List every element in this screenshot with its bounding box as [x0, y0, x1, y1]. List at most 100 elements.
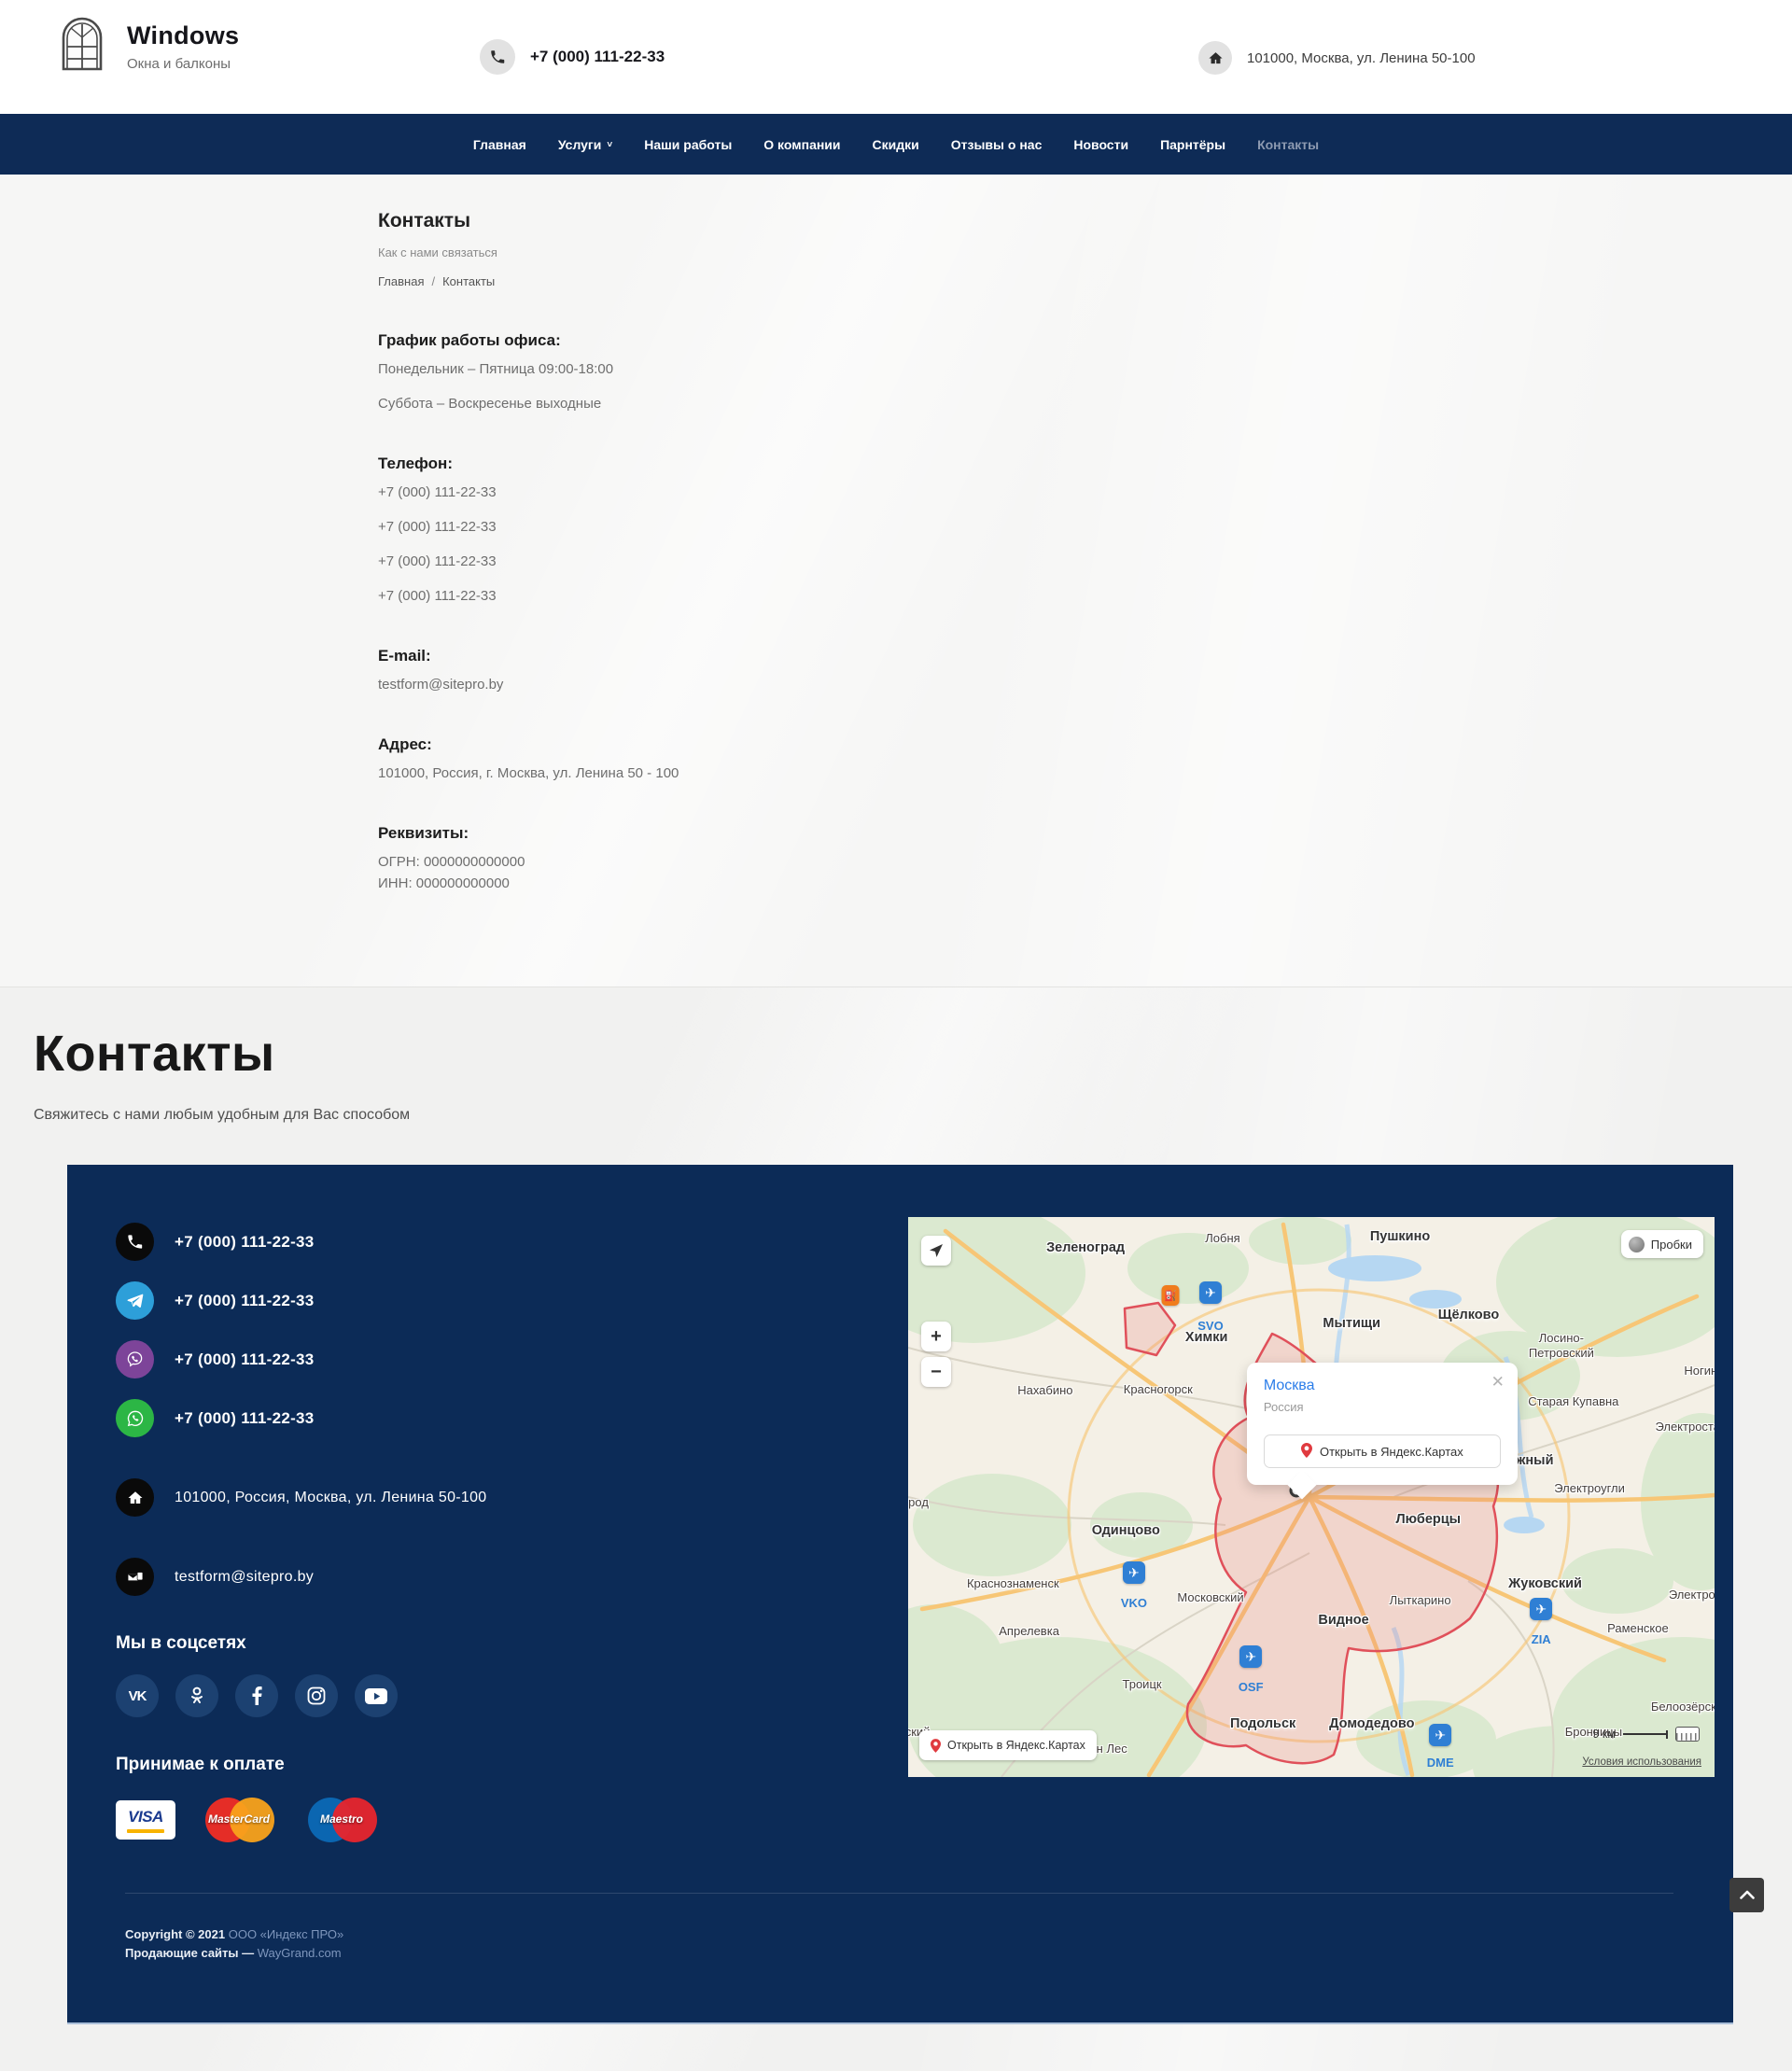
address-heading: Адрес:: [378, 735, 1792, 754]
big-contacts-subtitle: Свяжитесь с нами любым удобным для Вас с…: [34, 1107, 1792, 1124]
home-icon: [1198, 41, 1232, 75]
airport-icon-SVO: ✈: [1199, 1281, 1222, 1304]
nav-item-label: Скидки: [873, 137, 919, 152]
yandex-map[interactable]: ЗеленоградЛобняПушкиноМытищиЩёлковоХимки…: [908, 1217, 1715, 1777]
facebook-icon[interactable]: [235, 1674, 278, 1717]
company-link[interactable]: ООО «Индекс ПРО»: [229, 1927, 344, 1941]
ruler-icon[interactable]: [1675, 1727, 1700, 1742]
map-terms-link[interactable]: Условия использования: [1582, 1756, 1701, 1768]
traffic-icon: [1629, 1237, 1645, 1252]
phone-line: +7 (000) 111-22-33: [378, 519, 1792, 535]
main-nav: Главная Услуги ˅ Наши работы О компании Скидк…: [0, 114, 1792, 175]
mastercard-badge: MasterCard: [200, 1796, 278, 1844]
scroll-to-top-button[interactable]: [1729, 1878, 1764, 1912]
footer-viber-value: +7 (000) 111-22-33: [175, 1350, 315, 1369]
contacts-info-section: Контакты Как с нами связаться Главная / …: [0, 175, 1792, 987]
phone-icon: [480, 39, 515, 75]
requisites-heading: Реквизиты:: [378, 824, 1792, 843]
email-heading: E-mail:: [378, 647, 1792, 665]
popup-city-link[interactable]: Москва: [1264, 1378, 1501, 1394]
nav-item-Контакты[interactable]: Контакты: [1257, 137, 1319, 152]
airport-icon-OSF: ✈: [1239, 1645, 1262, 1668]
footer-telegram-row[interactable]: +7 (000) 111-22-33: [116, 1281, 908, 1320]
window-logo-icon: [58, 15, 106, 77]
schedule-line: Понедельник – Пятница 09:00-18:00: [378, 361, 1792, 377]
whatsapp-icon: [116, 1399, 154, 1437]
waygrand-link[interactable]: WayGrand.com: [258, 1946, 342, 1960]
zoom-out-button[interactable]: −: [921, 1357, 951, 1387]
nav-item-Новости[interactable]: Новости: [1073, 137, 1128, 152]
site-header: Windows Окна и балконы +7 (000) 111-22-3…: [0, 0, 1792, 114]
nav-list: Главная Услуги ˅ Наши работы О компании Скидк…: [473, 137, 1319, 152]
close-icon[interactable]: ✕: [1491, 1374, 1505, 1390]
viber-icon: [116, 1340, 154, 1378]
map-popup: Москва ✕ Россия Открыть в Яндекс.Картах: [1247, 1363, 1518, 1485]
footer-email-row[interactable]: testform@sitepro.by: [116, 1558, 908, 1596]
instagram-icon[interactable]: [295, 1674, 338, 1717]
breadcrumb-home[interactable]: Главная: [378, 274, 424, 288]
nav-item-label: Услуги: [558, 137, 602, 152]
vk-icon[interactable]: VK: [116, 1674, 159, 1717]
contacts-footer-section: Контакты Свяжитесь с нами любым удобным …: [0, 987, 1792, 2071]
open-in-yandex-maps-button[interactable]: Открыть в Яндекс.Картах: [919, 1730, 1097, 1760]
footer-phone-row[interactable]: +7 (000) 111-22-33: [116, 1223, 908, 1261]
ok-icon[interactable]: [175, 1674, 218, 1717]
nav-item-Услуги[interactable]: Услуги ˅: [558, 137, 612, 152]
footer-whatsapp-value: +7 (000) 111-22-33: [175, 1409, 315, 1428]
popup-country: Россия: [1264, 1400, 1501, 1414]
map-pin-icon: [1301, 1443, 1312, 1461]
traffic-toggle[interactable]: Пробки: [1621, 1230, 1703, 1258]
nav-item-Наши работы[interactable]: Наши работы: [644, 137, 732, 152]
map-scale-value: 9 км: [1593, 1728, 1617, 1741]
nav-item-Скидки[interactable]: Скидки: [873, 137, 919, 152]
nav-item-label: Контакты: [1257, 137, 1319, 152]
header-phone-number[interactable]: +7 (000) 111-22-33: [530, 48, 665, 66]
footer-email-value: testform@sitepro.by: [175, 1569, 314, 1586]
map-pin-icon: [931, 1739, 941, 1753]
map-background: [908, 1217, 1715, 1777]
schedule-heading: График работы офиса:: [378, 331, 1792, 350]
email-value: testform@sitepro.by: [378, 677, 1792, 693]
payment-heading: Принимае к оплате: [116, 1755, 908, 1775]
phone-line: +7 (000) 111-22-33: [378, 553, 1792, 569]
airport-icon-VKO: ✈: [1123, 1561, 1145, 1584]
chevron-down-icon: ˅: [607, 140, 612, 150]
zoom-in-button[interactable]: +: [921, 1322, 951, 1351]
nav-item-Отзывы о нас[interactable]: Отзывы о нас: [951, 137, 1043, 152]
footer-viber-row[interactable]: +7 (000) 111-22-33: [116, 1340, 908, 1378]
maestro-badge: Maestro: [302, 1796, 381, 1844]
footer-address-row[interactable]: 101000, Россия, Москва, ул. Ленина 50-10…: [116, 1478, 908, 1517]
traffic-label: Пробки: [1651, 1238, 1692, 1252]
youtube-icon[interactable]: [355, 1674, 398, 1717]
requisites-lines: ОГРН: 0000000000000ИНН: 000000000000: [378, 854, 1792, 891]
telegram-icon: [116, 1281, 154, 1320]
popup-open-yandex-button[interactable]: Открыть в Яндекс.Картах: [1264, 1434, 1501, 1468]
address-value: 101000, Россия, г. Москва, ул. Ленина 50…: [378, 765, 1792, 781]
brand-tagline: Окна и балконы: [127, 56, 239, 72]
footer-phone-value: +7 (000) 111-22-33: [175, 1233, 315, 1252]
requisites-line: ОГРН: 0000000000000: [378, 854, 1792, 870]
open-in-yandex-maps-label: Открыть в Яндекс.Картах: [947, 1739, 1085, 1752]
copyright: Copyright © 2021 ООО «Индекс ПРО» Продаю…: [125, 1925, 1715, 1963]
map-scale: 9 км: [1593, 1727, 1701, 1742]
footer-whatsapp-row[interactable]: +7 (000) 111-22-33: [116, 1399, 908, 1437]
breadcrumb-separator: /: [431, 274, 435, 288]
geolocate-button[interactable]: [921, 1236, 951, 1266]
footer-telegram-value: +7 (000) 111-22-33: [175, 1292, 315, 1310]
copyright-text: Copyright © 2021: [125, 1927, 229, 1941]
header-phone[interactable]: +7 (000) 111-22-33: [480, 39, 665, 75]
brand-name: Windows: [127, 21, 239, 50]
breadcrumb: Главная / Контакты: [378, 274, 1792, 288]
brand[interactable]: Windows Окна и балконы: [58, 15, 239, 77]
nav-item-О компании[interactable]: О компании: [763, 137, 840, 152]
payment-methods: VISA MasterCard Maestro: [116, 1796, 908, 1844]
mastercard-label: MasterCard: [200, 1812, 278, 1826]
phone-icon: [116, 1223, 154, 1261]
nav-item-Главная[interactable]: Главная: [473, 137, 526, 152]
airport-icon-ZIA: ✈: [1530, 1598, 1552, 1620]
nav-item-label: О компании: [763, 137, 840, 152]
nav-item-Парнтёры[interactable]: Парнтёры: [1160, 137, 1225, 152]
visa-badge: VISA: [116, 1800, 175, 1840]
nav-item-label: Главная: [473, 137, 526, 152]
nav-item-label: Новости: [1073, 137, 1128, 152]
